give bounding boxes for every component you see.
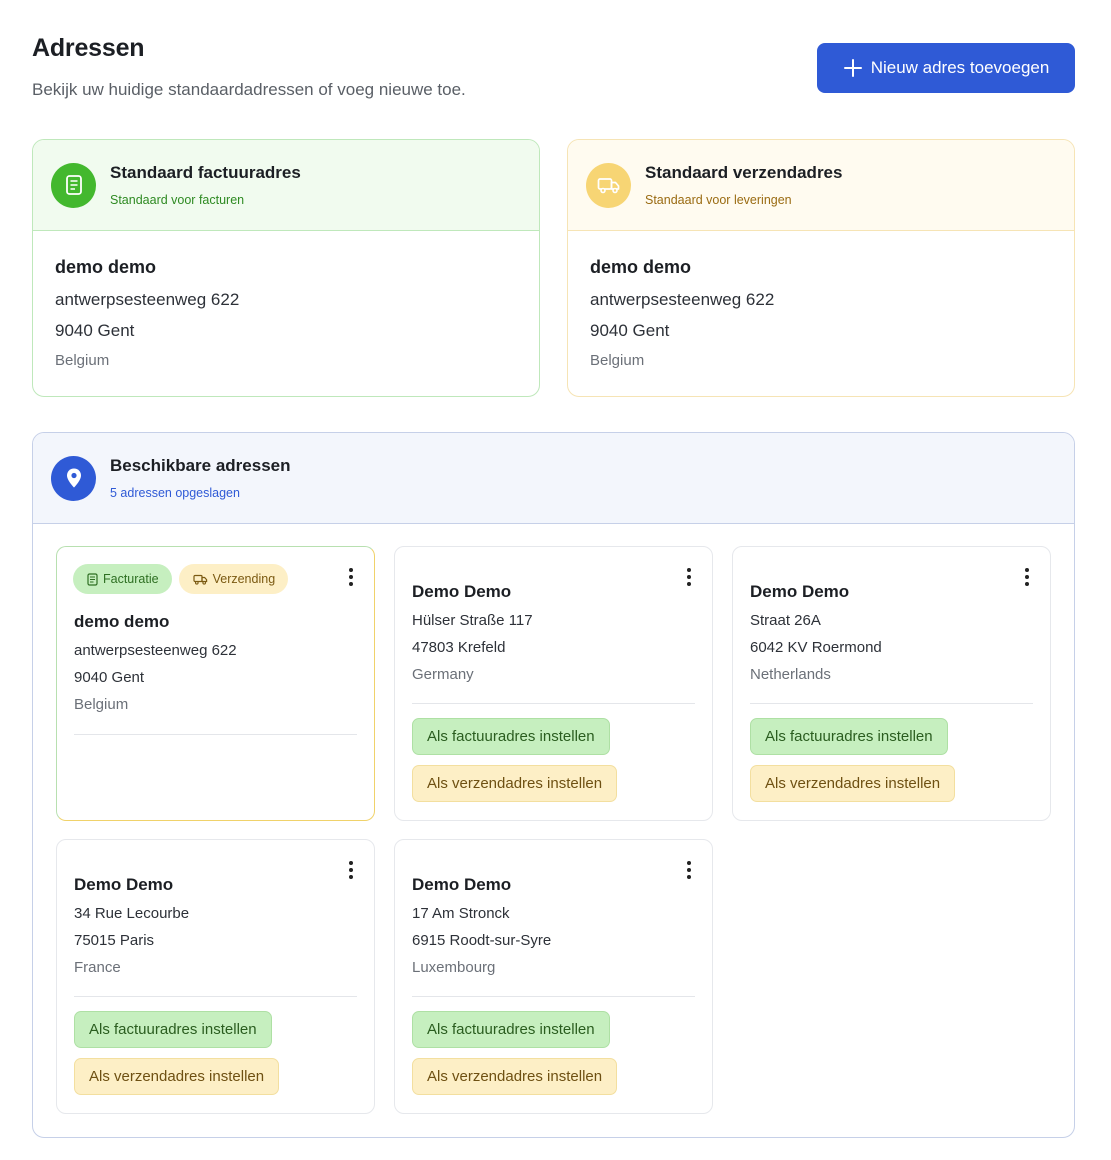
set-billing-button[interactable]: Als factuuradres instellen — [412, 1011, 610, 1048]
page-subtitle: Bekijk uw huidige standaardadressen of v… — [32, 80, 466, 99]
address-name: Demo Demo — [412, 875, 512, 894]
default-shipping-title: Standaard verzendadres — [645, 163, 843, 182]
address-country: Belgium — [590, 352, 645, 369]
address-city: 9040 Gent — [74, 669, 145, 686]
more-options-icon[interactable] — [684, 568, 694, 586]
address-street: antwerpsesteenweg 622 — [55, 290, 240, 309]
address-country: France — [74, 959, 121, 976]
address-city: 9040 Gent — [55, 321, 135, 340]
more-options-icon[interactable] — [684, 861, 694, 879]
set-billing-button[interactable]: Als factuuradres instellen — [412, 718, 610, 755]
shipping-badge: Verzending — [178, 564, 289, 594]
address-street: Hülser Straße 117 — [412, 612, 533, 629]
card-divider — [412, 996, 695, 997]
address-card: Demo Demo 34 Rue Lecourbe 75015 Paris Fr… — [56, 839, 375, 1114]
address-country: Belgium — [55, 352, 110, 369]
invoice-icon — [87, 572, 98, 586]
address-card: Demo Demo Hülser Straße 117 47803 Krefel… — [394, 546, 713, 821]
address-street: 17 Am Stronck — [412, 905, 510, 922]
map-pin-icon — [51, 455, 96, 501]
address-name: Demo Demo — [412, 582, 512, 601]
card-divider — [750, 703, 1033, 704]
default-billing-title: Standaard factuuradres — [110, 163, 301, 182]
address-street: 34 Rue Lecourbe — [74, 905, 190, 922]
address-country: Germany — [412, 666, 474, 683]
card-divider — [74, 734, 357, 735]
address-city: 75015 Paris — [74, 932, 155, 949]
address-card: Demo Demo Straat 26A 6042 KV Roermond Ne… — [732, 546, 1051, 821]
default-shipping-card: Standaard verzendadres Standaard voor le… — [567, 139, 1075, 397]
default-billing-body: demo demo antwerpsesteenweg 622 9040 Gen… — [33, 231, 539, 369]
set-shipping-button[interactable]: Als verzendadres instellen — [750, 765, 956, 802]
address-country: Luxembourg — [412, 959, 496, 976]
address-street: antwerpsesteenweg 622 — [590, 290, 775, 309]
truck-icon — [192, 574, 207, 585]
address-city: 6042 KV Roermond — [750, 639, 882, 656]
set-shipping-button[interactable]: Als verzendadres instellen — [74, 1058, 280, 1095]
shipping-badge-label: Verzending — [212, 572, 276, 586]
more-options-icon[interactable] — [346, 861, 356, 879]
more-options-icon[interactable] — [1022, 568, 1032, 586]
default-shipping-body: demo demo antwerpsesteenweg 622 9040 Gen… — [568, 231, 1074, 369]
default-shipping-subtitle: Standaard voor leveringen — [645, 193, 792, 207]
page-title: Adressen — [32, 34, 145, 62]
available-addresses-header: Beschikbare adressen 5 adressen opgeslag… — [33, 433, 1074, 524]
set-billing-button[interactable]: Als factuuradres instellen — [750, 718, 948, 755]
available-addresses-title: Beschikbare adressen — [110, 456, 291, 475]
default-shipping-header: Standaard verzendadres Standaard voor le… — [568, 140, 1074, 231]
set-billing-button[interactable]: Als factuuradres instellen — [74, 1011, 272, 1048]
card-divider — [74, 996, 357, 997]
address-name: demo demo — [55, 257, 157, 277]
address-name: Demo Demo — [750, 582, 850, 601]
truck-icon — [586, 162, 631, 208]
billing-badge-label: Facturatie — [103, 572, 159, 586]
available-addresses-count: 5 adressen opgeslagen — [110, 486, 240, 500]
default-billing-header: Standaard factuuradres Standaard voor fa… — [33, 140, 539, 231]
address-badges: Facturatie Verzending — [73, 564, 289, 594]
card-divider — [412, 703, 695, 704]
address-city: 47803 Krefeld — [412, 639, 506, 656]
default-billing-subtitle: Standaard voor facturen — [110, 193, 245, 207]
address-name: Demo Demo — [74, 875, 174, 894]
invoice-icon — [51, 162, 96, 208]
more-options-icon[interactable] — [346, 568, 356, 586]
address-card: Demo Demo 17 Am Stronck 6915 Roodt-sur-S… — [394, 839, 713, 1114]
address-city: 9040 Gent — [590, 321, 670, 340]
plus-icon — [843, 58, 863, 78]
add-address-button-label: Nieuw adres toevoegen — [870, 58, 1050, 77]
address-card: Facturatie Verzending demo demo antwerps… — [56, 546, 375, 821]
default-billing-card: Standaard factuuradres Standaard voor fa… — [32, 139, 540, 397]
address-city: 6915 Roodt-sur-Syre — [412, 932, 552, 949]
billing-badge: Facturatie — [73, 564, 172, 594]
set-shipping-button[interactable]: Als verzendadres instellen — [412, 765, 618, 802]
address-name: demo demo — [74, 612, 170, 631]
available-addresses-panel: Beschikbare adressen 5 adressen opgeslag… — [32, 432, 1075, 1138]
address-country: Netherlands — [750, 666, 831, 683]
set-shipping-button[interactable]: Als verzendadres instellen — [412, 1058, 618, 1095]
address-street: antwerpsesteenweg 622 — [74, 642, 237, 659]
address-street: Straat 26A — [750, 612, 821, 629]
add-address-button[interactable]: Nieuw adres toevoegen — [817, 43, 1075, 93]
address-country: Belgium — [74, 696, 129, 713]
address-name: demo demo — [590, 257, 692, 277]
